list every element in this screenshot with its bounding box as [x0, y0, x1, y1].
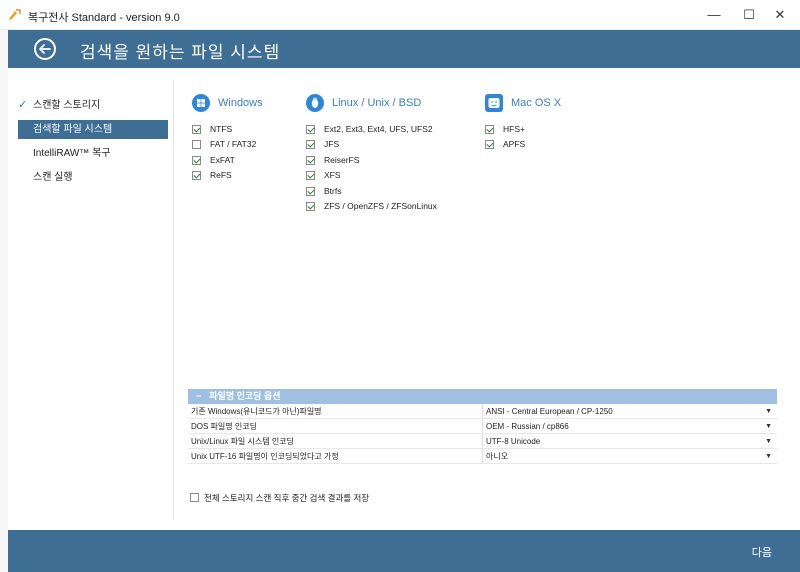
linux-label: Linux / Unix / BSD	[332, 97, 422, 109]
encoding-options-header[interactable]: − 파일명 인코딩 옵션	[188, 389, 777, 404]
wizard-steps: ✓ 스캔할 스토리지 검색할 파일 시스템 IntelliRAW™ 복구 스캔 …	[18, 96, 168, 192]
window-title: 복구전사 Standard - version 9.0	[28, 12, 180, 24]
encoding-value: OEM - Russian / cp866	[486, 422, 569, 431]
option-label: 전체 스토리지 스캔 직후 중간 검색 결과를 저장	[204, 493, 370, 503]
encoding-value: ANSI - Central European / CP-1250	[486, 407, 613, 416]
fs-refs[interactable]: ReFS	[192, 169, 256, 184]
back-button[interactable]	[34, 38, 56, 60]
checkbox[interactable]	[192, 155, 201, 165]
fs-label: FAT / FAT32	[210, 139, 257, 150]
checkbox[interactable]	[192, 125, 201, 134]
checkbox[interactable]	[485, 125, 494, 134]
fs-xfs[interactable]: XFS	[306, 169, 437, 184]
minimize-button[interactable]: —	[700, 4, 728, 26]
title-bar: 복구전사 Standard - version 9.0 — ☐ ✕	[0, 0, 800, 30]
sidebar-divider	[173, 80, 174, 520]
checkbox[interactable]	[306, 140, 315, 150]
fs-fat32[interactable]: FAT / FAT32	[192, 138, 256, 153]
fs-reiserfs[interactable]: ReiserFS	[306, 154, 437, 169]
back-arrow-icon	[39, 44, 51, 54]
encoding-value: UTF-8 Unicode	[486, 437, 541, 446]
fs-label: ReiserFS	[324, 154, 360, 165]
encoding-select[interactable]: OEM - Russian / cp866 ▼	[482, 419, 777, 434]
step-storage[interactable]: ✓ 스캔할 스토리지	[18, 96, 168, 115]
page-header: 검색을 원하는 파일 시스템	[8, 30, 800, 68]
next-button[interactable]: 다음	[752, 544, 772, 560]
step-run-scan[interactable]: 스캔 실행	[18, 168, 168, 187]
step-label: 검색할 파일 시스템	[33, 124, 113, 135]
fs-apfs[interactable]: APFS	[485, 138, 525, 153]
fs-label: ZFS / OpenZFS / ZFSonLinux	[324, 200, 437, 211]
checkbox[interactable]	[485, 140, 494, 150]
fs-ntfs[interactable]: NTFS	[192, 123, 256, 138]
encoding-label: Unix/Linux 파일 시스템 인코딩	[191, 437, 294, 446]
fs-jfs[interactable]: JFS	[306, 138, 437, 153]
fs-ext[interactable]: Ext2, Ext3, Ext4, UFS, UFS2	[306, 123, 437, 138]
app-icon	[9, 9, 21, 20]
encoding-value: 아니오	[486, 452, 509, 461]
fs-zfs[interactable]: ZFS / OpenZFS / ZFSonLinux	[306, 200, 437, 215]
encoding-select[interactable]: ANSI - Central European / CP-1250 ▼	[482, 404, 777, 419]
windows-label: Windows	[218, 97, 263, 109]
step-filesystems[interactable]: 검색할 파일 시스템	[18, 120, 168, 139]
mac-fs-group: Mac OS X HFS+ APFS	[485, 94, 561, 154]
footer-bar: 다음	[8, 530, 800, 572]
left-edge	[0, 30, 8, 572]
dropdown-arrow-icon[interactable]: ▼	[765, 434, 772, 449]
windows-icon	[192, 94, 210, 112]
encoding-select[interactable]: 아니오 ▼	[482, 449, 777, 464]
maximize-button[interactable]: ☐	[735, 4, 763, 26]
step-label: 스캔 실행	[33, 172, 73, 183]
checkbox[interactable]	[192, 171, 201, 181]
checkbox[interactable]	[306, 201, 315, 211]
save-intermediate-results-option[interactable]: 전체 스토리지 스캔 직후 중간 검색 결과를 저장	[190, 492, 369, 504]
encoding-row: DOS 파일명 인코딩 OEM - Russian / cp866 ▼	[188, 419, 777, 434]
linux-fs-group: Linux / Unix / BSD Ext2, Ext3, Ext4, UFS…	[306, 94, 437, 215]
dropdown-arrow-icon[interactable]: ▼	[765, 419, 772, 434]
checkbox[interactable]	[306, 186, 315, 196]
collapse-icon[interactable]: −	[196, 391, 201, 401]
close-button[interactable]: ✕	[766, 4, 794, 26]
encoding-label: Unix UTF-16 파일명이 인코딩되었다고 가정	[191, 452, 339, 461]
page-title: 검색을 원하는 파일 시스템	[80, 43, 281, 62]
fs-label: JFS	[324, 139, 340, 150]
linux-icon	[306, 94, 324, 112]
encoding-label: DOS 파일명 인코딩	[191, 422, 257, 431]
check-icon: ✓	[18, 99, 28, 111]
fs-label: APFS	[503, 139, 526, 150]
fs-label: ExFAT	[210, 154, 235, 165]
fs-label: NTFS	[210, 124, 233, 134]
mac-label: Mac OS X	[511, 97, 562, 109]
dropdown-arrow-icon[interactable]: ▼	[765, 404, 772, 419]
checkbox[interactable]	[306, 171, 315, 181]
checkbox[interactable]	[306, 125, 315, 134]
encoding-options-panel: − 파일명 인코딩 옵션 기존 Windows(유니코드가 아닌)파일명 ANSI…	[188, 389, 777, 464]
checkbox[interactable]	[306, 155, 315, 165]
fs-label: ReFS	[210, 170, 232, 181]
encoding-select[interactable]: UTF-8 Unicode ▼	[482, 434, 777, 449]
encoding-label: 기존 Windows(유니코드가 아닌)파일명	[191, 407, 322, 416]
windows-fs-group: Windows NTFS FAT / FAT32 ExFAT ReFS	[192, 94, 263, 185]
fs-hfsplus[interactable]: HFS+	[485, 123, 525, 138]
fs-label: HFS+	[503, 124, 525, 134]
encoding-row: Unix UTF-16 파일명이 인코딩되었다고 가정 아니오 ▼	[188, 449, 777, 464]
section-title: 파일명 인코딩 옵션	[209, 391, 281, 401]
dropdown-arrow-icon[interactable]: ▼	[765, 449, 772, 464]
fs-exfat[interactable]: ExFAT	[192, 154, 256, 169]
step-label: 스캔할 스토리지	[33, 100, 101, 111]
step-label: IntelliRAW™ 복구	[33, 148, 111, 159]
encoding-row: 기존 Windows(유니코드가 아닌)파일명 ANSI - Central E…	[188, 404, 777, 419]
checkbox[interactable]	[190, 493, 199, 502]
finder-icon	[485, 94, 503, 112]
fs-label: Btrfs	[324, 185, 342, 196]
fs-label: XFS	[324, 170, 341, 181]
fs-btrfs[interactable]: Btrfs	[306, 185, 437, 200]
fs-label: Ext2, Ext3, Ext4, UFS, UFS2	[324, 124, 433, 134]
checkbox[interactable]	[192, 140, 201, 150]
encoding-row: Unix/Linux 파일 시스템 인코딩 UTF-8 Unicode ▼	[188, 434, 777, 449]
step-intelliraw[interactable]: IntelliRAW™ 복구	[18, 144, 168, 163]
